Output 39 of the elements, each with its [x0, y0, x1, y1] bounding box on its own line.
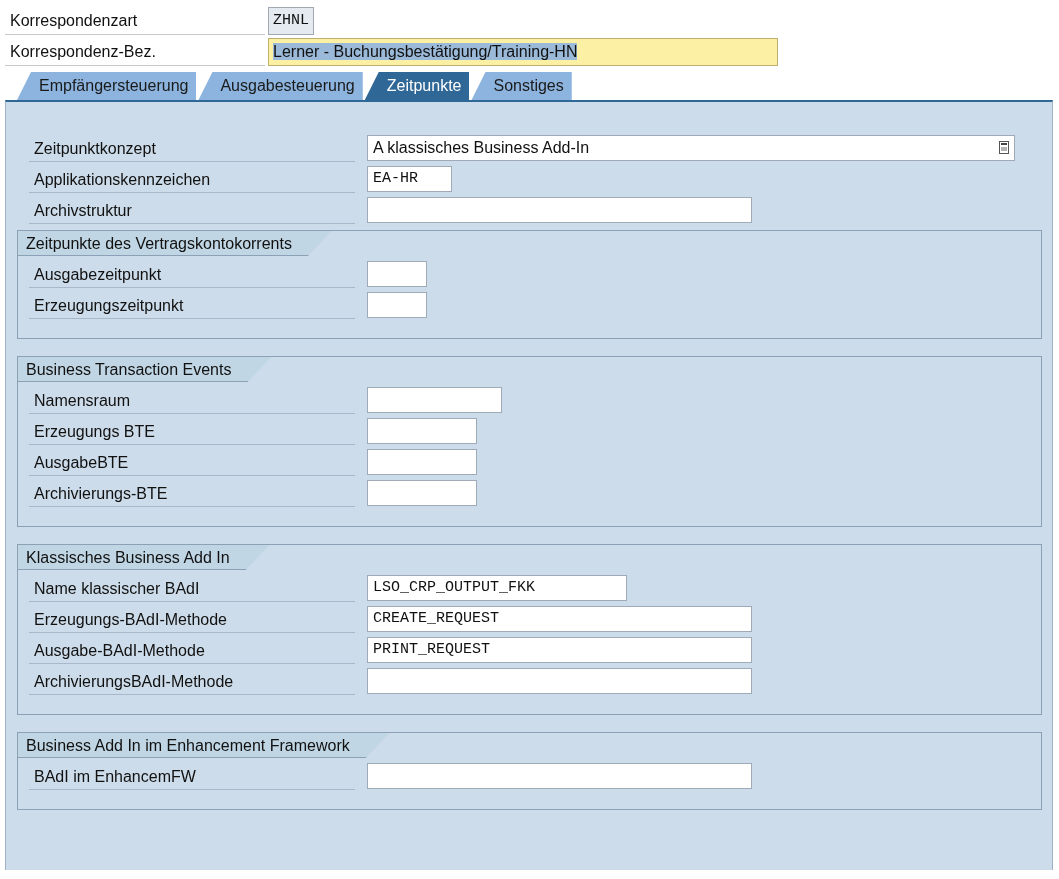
group-title: Klassisches Business Add In	[18, 545, 270, 570]
group-title: Business Add In im Enhancement Framework	[18, 733, 390, 758]
field-label: Zeitpunktkonzept	[29, 133, 355, 162]
tab[interactable]: Zeitpunkte	[364, 72, 470, 100]
input-field[interactable]	[367, 417, 477, 444]
group-title: Zeitpunkte des Vertragskontokorrents	[18, 231, 332, 256]
field-label: BAdI im EnhancemFW	[29, 761, 355, 790]
group-title: Business Transaction Events	[18, 357, 272, 382]
field-label: Applikationskennzeichen	[29, 164, 355, 193]
field-label: Ausgabe-BAdI-Methode	[29, 635, 355, 664]
input-field[interactable]: ZHNL	[268, 6, 314, 35]
field-label: Name klassischer BAdI	[29, 573, 355, 602]
input-field[interactable]: PRINT_REQUEST	[367, 636, 752, 663]
input-field[interactable]: CREATE_REQUEST	[367, 605, 752, 632]
input-field[interactable]	[367, 667, 752, 694]
input-field[interactable]: Lerner - Buchungsbestätigung/Training-HN	[268, 37, 778, 66]
field-label: Namensraum	[29, 385, 355, 414]
dropdown-icon[interactable]	[999, 141, 1009, 154]
field-label: Ausgabezeitpunkt	[29, 259, 355, 288]
dropdown-field[interactable]: A klassisches Business Add-In	[367, 134, 1015, 161]
tab[interactable]: Sonstiges	[471, 72, 572, 100]
field-label: Erzeugungs BTE	[29, 416, 355, 445]
input-field[interactable]: EA-HR	[367, 165, 452, 192]
field-label: Erzeugungs-BAdI-Methode	[29, 604, 355, 633]
input-field[interactable]	[367, 291, 427, 318]
input-field[interactable]	[367, 448, 477, 475]
input-field[interactable]	[367, 762, 752, 789]
input-field[interactable]	[367, 196, 752, 223]
field-label: Archivstruktur	[29, 195, 355, 224]
field-label: Archivierungs-BTE	[29, 478, 355, 507]
field-label: AusgabeBTE	[29, 447, 355, 476]
field-label: ArchivierungsBAdI-Methode	[29, 666, 355, 695]
input-field[interactable]	[367, 260, 427, 287]
input-field[interactable]: LSO_CRP_OUTPUT_FKK	[367, 574, 627, 601]
tab[interactable]: Ausgabesteuerung	[198, 72, 363, 100]
field-label: Erzeugungszeitpunkt	[29, 290, 355, 319]
input-field[interactable]	[367, 479, 477, 506]
input-field[interactable]	[367, 386, 502, 413]
tab[interactable]: Empfängersteuerung	[17, 72, 197, 100]
